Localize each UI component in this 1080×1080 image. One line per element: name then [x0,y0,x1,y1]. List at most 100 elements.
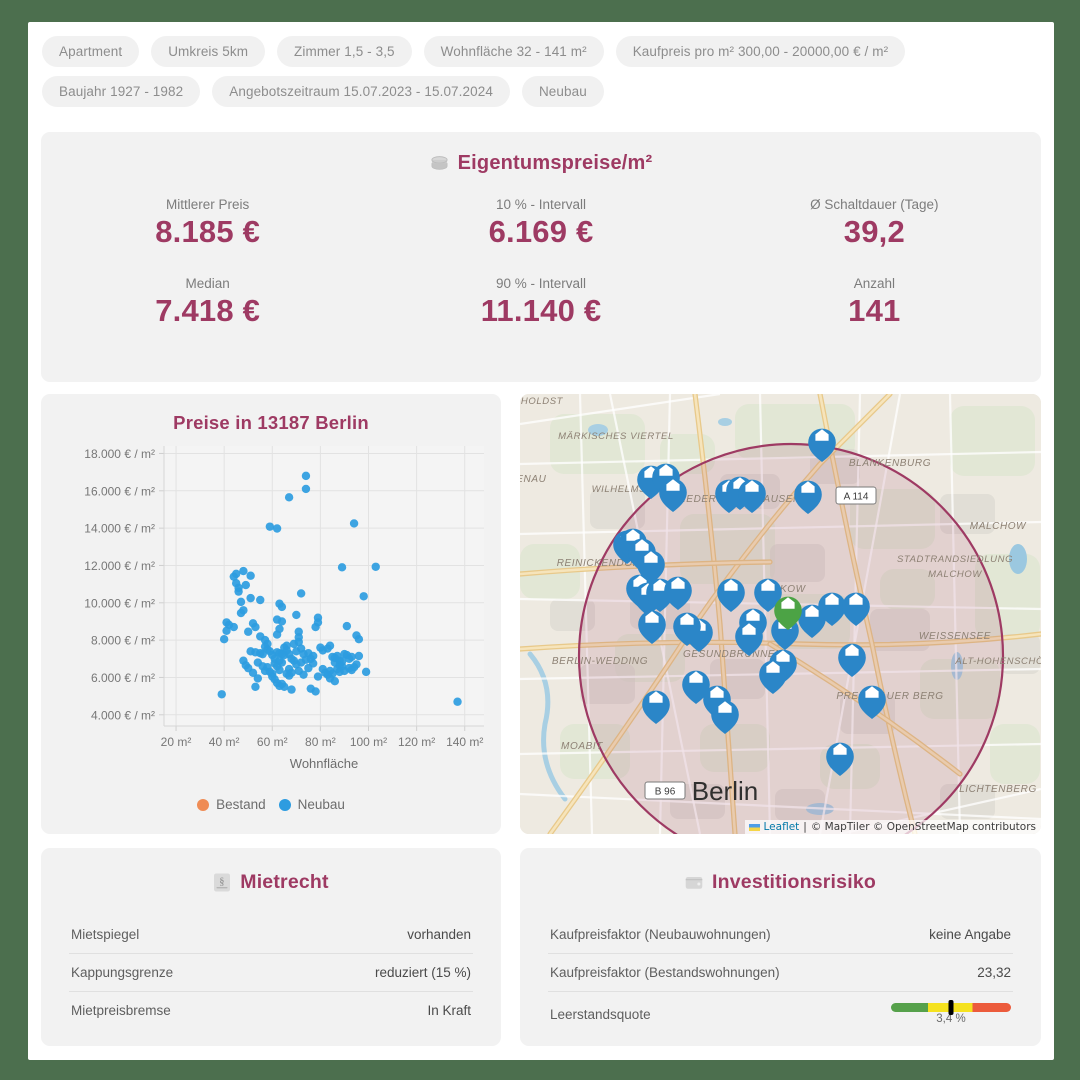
scatter-point[interactable] [453,697,462,706]
scatter-point[interactable] [325,666,335,676]
scatter-point[interactable] [371,562,380,571]
scatter-point[interactable] [265,522,275,531]
filter-chip[interactable]: Angebotszeitraum 15.07.2023 - 15.07.2024 [212,76,510,107]
map-district-label: LICHTENBERG [959,784,1037,795]
scatter-point[interactable] [361,667,371,677]
scatter-point[interactable] [239,566,248,576]
scatter-point[interactable] [234,583,243,593]
scatter-point[interactable] [301,471,311,481]
scatter-point[interactable] [296,589,306,598]
scatter-point[interactable] [347,652,356,662]
price-scatter-panel: Preise in 13187 Berlin 4.000 € / m² 6.000… [41,394,501,834]
scatter-point[interactable] [256,595,265,605]
info-row-key: Kaufpreisfaktor (Bestandswohnungen) [550,965,780,980]
stat-cell: Anzahl 141 [708,276,1041,329]
filter-chip[interactable]: Baujahr 1927 - 1982 [42,76,201,107]
info-row-value: vorhanden [407,927,471,942]
scatter-point[interactable] [282,641,291,650]
scatter-point[interactable] [253,674,263,683]
y-axis-tick-label: 12.000 € / m² [84,559,155,573]
scatter-point[interactable] [313,672,323,681]
scatter-point[interactable] [330,677,340,686]
filter-chip[interactable]: Neubau [521,76,604,107]
scatter-point[interactable] [236,608,246,618]
x-axis-tick-label: 120 m² [398,735,435,749]
map-district-label: ALT-HOHENSCHÖNHAUSEN [954,656,1041,667]
scatter-point[interactable] [277,602,287,612]
stat-label: 90 % - Intervall [495,276,587,291]
map-district-label: BERLIN-WEDDING [552,656,648,667]
price-stats-panel: Eigentumspreise/m² Mittlerer Preis 8.185 … [41,132,1041,382]
risiko-title-text: Investitionsrisiko [712,871,876,893]
filter-chip[interactable]: Apartment [42,36,140,67]
scatter-point[interactable] [222,626,231,635]
scatter-point[interactable] [308,651,318,661]
scatter-point[interactable] [275,665,284,675]
scatter-point[interactable] [272,630,282,639]
scatter-point[interactable] [246,593,255,603]
price-stats-title-text: Eigentumspreise/m² [457,152,653,174]
scatter-point[interactable] [277,617,287,626]
stat-value: 7.418 € [155,293,261,328]
scatter-point[interactable] [244,627,253,636]
legend-label: Bestand [216,797,266,812]
coins-icon [430,154,449,173]
scatter-point[interactable] [289,639,299,649]
filter-chip[interactable]: Kaufpreis pro m² 300,00 - 20000,00 € / m… [615,36,906,67]
scatter-point[interactable] [337,563,347,572]
scatter-point[interactable] [280,682,289,691]
scatter-point[interactable] [287,685,296,694]
scatter-point[interactable] [359,592,368,601]
scatter-point[interactable] [354,651,364,661]
scatter-point[interactable] [251,622,260,632]
property-map-panel[interactable]: MÄRKISCHES VIERTELWILHELMSRUHNIEDERSCHÖN… [520,394,1041,834]
scatter-chart: 4.000 € / m² 6.000 € / m² 8.000 € / m² 10.0… [41,436,501,786]
map-canvas[interactable]: MÄRKISCHES VIERTELWILHELMSRUHNIEDERSCHÖN… [520,394,1041,834]
scatter-point[interactable] [325,641,335,650]
stat-cell: Ø Schaltdauer (Tage) 39,2 [708,197,1041,250]
scatter-point[interactable] [258,649,267,659]
scatter-point[interactable] [229,622,238,632]
gauge-row: Leerstandsquote 3,4 % [548,992,1013,1036]
scatter-point[interactable] [251,682,260,691]
y-axis-tick-label: 4.000 € / m² [91,708,155,722]
scatter-point[interactable] [217,690,226,699]
scatter-point[interactable] [311,687,320,696]
leaflet-link[interactable]: Leaflet [764,821,800,833]
scatter-point[interactable] [292,610,301,620]
map-district-label: MOABIT [561,741,603,752]
scatter-point[interactable] [342,621,352,631]
scatter-point[interactable] [219,635,229,644]
scatter-point[interactable] [236,597,246,607]
scatter-point[interactable] [301,484,311,494]
map-district-label: MALCHOW [928,569,982,580]
scatter-point[interactable] [296,658,306,667]
scatter-point[interactable] [352,660,361,669]
scatter-point[interactable] [311,622,320,632]
attribution-credits: © MapTiler © OpenStreetMap contributors [810,821,1036,833]
filter-chip[interactable]: Wohnfläche 32 - 141 m² [423,36,604,67]
legend-item[interactable]: Bestand [197,797,266,812]
legend-item[interactable]: Neubau [278,797,345,812]
scatter-point[interactable] [304,663,313,673]
info-row: Kaufpreisfaktor (Bestandswohnungen) 23,32 [548,954,1013,992]
gauge-marker [948,1000,954,1015]
scatter-point[interactable] [284,493,294,502]
vacancy-rate-gauge: 3,4 % [891,1000,1011,1025]
scatter-point[interactable] [268,672,277,681]
scatter-point[interactable] [263,639,272,649]
scatter-point[interactable] [241,580,251,590]
scatter-point[interactable] [246,571,255,580]
scatter-point[interactable] [354,635,364,644]
stat-value: 8.185 € [155,214,261,249]
scatter-point[interactable] [272,524,282,533]
investitionsrisiko-panel: Investitionsrisiko Kaufpreisfaktor (Neub… [520,848,1041,1046]
map-district-label: MÄRKISCHES VIERTEL [558,431,674,442]
filter-chip[interactable]: Umkreis 5km [151,36,266,67]
stat-cell: Mittlerer Preis 8.185 € [41,197,374,250]
filter-chip[interactable]: Zimmer 1,5 - 3,5 [277,36,412,67]
scatter-point[interactable] [287,668,296,677]
scatter-point[interactable] [349,519,359,528]
y-axis-tick-label: 18.000 € / m² [84,447,155,461]
chart-legend: Bestand Neubau [41,797,501,812]
